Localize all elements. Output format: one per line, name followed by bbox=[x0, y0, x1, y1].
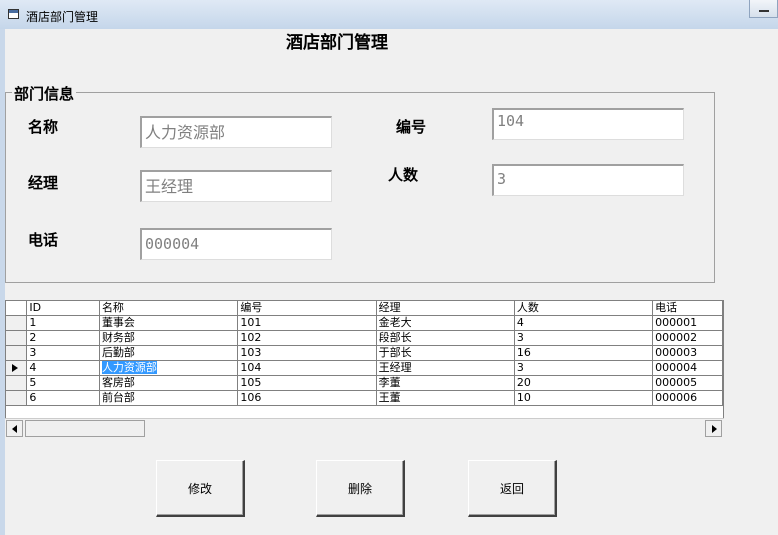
grid-cell[interactable]: 3 bbox=[514, 330, 654, 346]
grid-header-row: ID 名称 编号 经理 人数 电话 bbox=[6, 301, 723, 316]
current-row-arrow-icon bbox=[12, 364, 18, 372]
column-header[interactable]: 电话 bbox=[652, 301, 723, 316]
row-selector[interactable] bbox=[6, 375, 28, 391]
row-selector-current[interactable] bbox=[6, 360, 28, 376]
grid-cell[interactable]: 000006 bbox=[652, 390, 723, 406]
grid-cell[interactable]: 105 bbox=[237, 375, 377, 391]
grid-cell[interactable]: 000004 bbox=[652, 360, 723, 376]
grid-cell[interactable]: 16 bbox=[514, 345, 654, 361]
grid-cell[interactable]: 5 bbox=[26, 375, 100, 391]
modify-button[interactable]: 修改 bbox=[156, 460, 245, 517]
scroll-right-icon bbox=[712, 425, 717, 433]
grid-cell[interactable]: 王经理 bbox=[376, 360, 515, 376]
row-selector[interactable] bbox=[6, 390, 28, 406]
grid-cell[interactable]: 人力资源部 bbox=[99, 360, 239, 376]
grid-cell[interactable]: 4 bbox=[514, 315, 654, 331]
row-selector[interactable] bbox=[6, 315, 28, 331]
back-button[interactable]: 返回 bbox=[468, 460, 557, 517]
grid-cell[interactable]: 20 bbox=[514, 375, 654, 391]
grid-cell[interactable]: 客房部 bbox=[99, 375, 239, 391]
grid-cell[interactable]: 1 bbox=[26, 315, 100, 331]
scrollbar-thumb[interactable] bbox=[25, 420, 145, 437]
grid-cell[interactable]: 000002 bbox=[652, 330, 723, 346]
grid-cell[interactable]: 董事会 bbox=[99, 315, 239, 331]
column-header[interactable]: 经理 bbox=[376, 301, 515, 316]
table-row[interactable]: 1 董事会 101 金老大 4 000001 bbox=[6, 315, 723, 331]
grid-cell[interactable]: 王董 bbox=[376, 390, 515, 406]
grid-cell[interactable]: 李董 bbox=[376, 375, 515, 391]
grid-cell[interactable]: 000005 bbox=[652, 375, 723, 391]
id-field[interactable]: 104 bbox=[492, 108, 684, 140]
phone-label: 电话 bbox=[28, 231, 59, 249]
scroll-left-button[interactable] bbox=[6, 420, 23, 437]
grid-cell[interactable]: 4 bbox=[26, 360, 100, 376]
scroll-left-icon bbox=[12, 425, 17, 433]
grid-cell-selected-text[interactable]: 人力资源部 bbox=[101, 361, 157, 374]
grid-cell[interactable]: 000001 bbox=[652, 315, 723, 331]
app-window-icon[interactable] bbox=[8, 9, 19, 19]
table-row[interactable]: 5 客房部 105 李董 20 000005 bbox=[6, 375, 723, 391]
table-row[interactable]: 3 后勤部 103 于部长 16 000003 bbox=[6, 345, 723, 361]
grid-cell[interactable]: 财务部 bbox=[99, 330, 239, 346]
department-data-grid[interactable]: ID 名称 编号 经理 人数 电话 1 董事会 101 金老大 4 000001… bbox=[5, 300, 724, 437]
window-title: 酒店部门管理 bbox=[26, 10, 99, 24]
row-selector-header[interactable] bbox=[6, 301, 28, 316]
table-row[interactable]: 2 财务部 102 段部长 3 000002 bbox=[6, 330, 723, 346]
grid-cell[interactable]: 106 bbox=[237, 390, 377, 406]
grid-cell[interactable]: 段部长 bbox=[376, 330, 515, 346]
delete-button[interactable]: 删除 bbox=[316, 460, 405, 517]
table-row-current[interactable]: 4 人力资源部 104 王经理 3 000004 bbox=[6, 360, 723, 376]
grid-cell[interactable]: 前台部 bbox=[99, 390, 239, 406]
department-info-legend: 部门信息 bbox=[12, 83, 77, 104]
row-selector[interactable] bbox=[6, 330, 28, 346]
grid-cell[interactable]: 3 bbox=[26, 345, 100, 361]
name-label: 名称 bbox=[28, 118, 59, 136]
id-label: 编号 bbox=[396, 118, 427, 136]
grid-cell[interactable]: 2 bbox=[26, 330, 100, 346]
phone-field[interactable]: 000004 bbox=[140, 228, 332, 260]
grid-cell[interactable]: 000003 bbox=[652, 345, 723, 361]
grid-cell[interactable]: 于部长 bbox=[376, 345, 515, 361]
row-selector[interactable] bbox=[6, 345, 28, 361]
grid-cell[interactable]: 金老大 bbox=[376, 315, 515, 331]
manager-label: 经理 bbox=[28, 174, 59, 192]
title-bar bbox=[0, 0, 778, 29]
grid-cell[interactable]: 10 bbox=[514, 390, 654, 406]
table-row[interactable]: 6 前台部 106 王董 10 000006 bbox=[6, 390, 723, 406]
minimize-icon bbox=[759, 10, 769, 12]
column-header[interactable]: 人数 bbox=[514, 301, 654, 316]
scroll-right-button[interactable] bbox=[705, 420, 722, 437]
grid-cell[interactable]: 3 bbox=[514, 360, 654, 376]
grid-cell[interactable]: 101 bbox=[237, 315, 377, 331]
manager-field[interactable]: 王经理 bbox=[140, 170, 332, 202]
grid-cell[interactable]: 102 bbox=[237, 330, 377, 346]
grid-cell[interactable]: 后勤部 bbox=[99, 345, 239, 361]
name-field[interactable]: 人力资源部 bbox=[140, 116, 332, 148]
column-header[interactable]: ID bbox=[26, 301, 100, 316]
horizontal-scrollbar[interactable] bbox=[5, 418, 724, 437]
grid-cell[interactable]: 104 bbox=[237, 360, 377, 376]
grid-cell[interactable]: 6 bbox=[26, 390, 100, 406]
minimize-button[interactable] bbox=[749, 0, 778, 18]
column-header[interactable]: 名称 bbox=[99, 301, 239, 316]
count-label: 人数 bbox=[388, 166, 419, 184]
grid-cell[interactable]: 103 bbox=[237, 345, 377, 361]
column-header[interactable]: 编号 bbox=[237, 301, 377, 316]
count-field[interactable]: 3 bbox=[492, 164, 684, 196]
page-title: 酒店部门管理 bbox=[286, 33, 388, 53]
